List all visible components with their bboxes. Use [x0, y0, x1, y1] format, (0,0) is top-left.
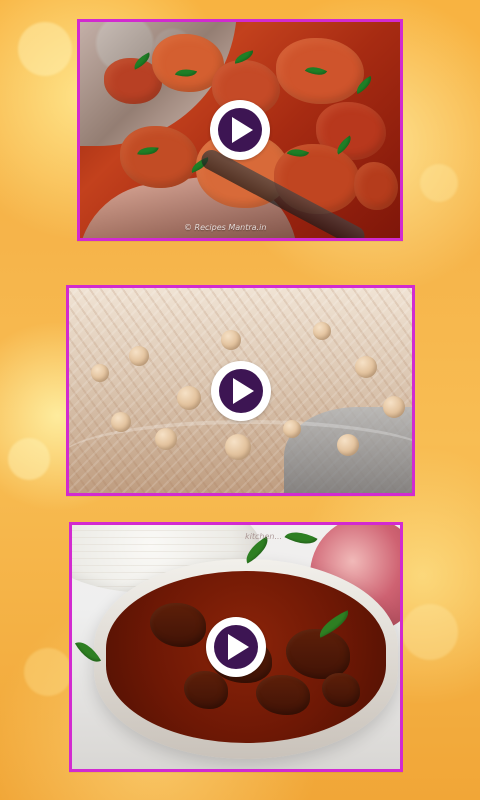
chickpea [383, 396, 405, 418]
play-button-chickpea-rice[interactable] [210, 360, 271, 421]
image-watermark: kitchen... [245, 532, 283, 541]
chickpea [225, 434, 251, 460]
video-card-chickpea-rice[interactable] [66, 285, 415, 496]
background-light-spot [420, 164, 458, 202]
chickpea [91, 364, 109, 382]
chickpea [111, 412, 131, 432]
chickpea [283, 420, 301, 438]
chickpea [177, 386, 201, 410]
play-icon [232, 377, 254, 404]
chickpea [129, 346, 149, 366]
video-card-chicken-curry[interactable]: © Recipes Mantra.in [77, 19, 403, 241]
play-icon [228, 634, 249, 660]
play-button-chicken-curry[interactable] [210, 100, 270, 160]
chickpea [221, 330, 241, 350]
image-watermark: © Recipes Mantra.in [184, 223, 267, 232]
curry-chunk [354, 162, 398, 210]
chickpea [155, 428, 177, 450]
chickpea [313, 322, 331, 340]
video-card-mutton-curry[interactable]: kitchen... [69, 522, 403, 772]
background-light-spot [402, 604, 458, 660]
chickpea [355, 356, 377, 378]
background-light-spot [8, 438, 50, 480]
curry-chunk [120, 126, 198, 188]
background-light-spot [18, 22, 72, 76]
curry-leaf [284, 525, 318, 552]
chickpea [337, 434, 359, 456]
play-icon [232, 117, 253, 143]
background-light-spot [24, 648, 72, 696]
play-button-mutton-curry[interactable] [206, 617, 266, 677]
